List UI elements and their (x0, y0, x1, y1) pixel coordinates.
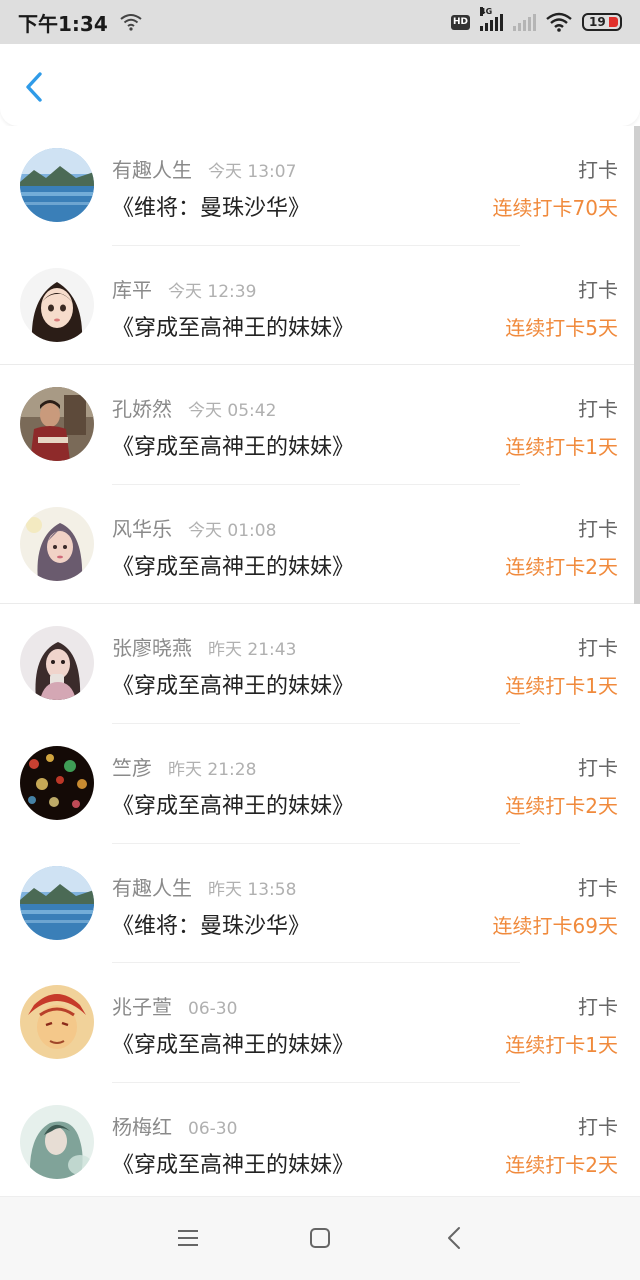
user-name[interactable]: 库平 (112, 274, 152, 303)
streak-label: 连续打卡70天 (492, 196, 618, 220)
streak-label: 连续打卡2天 (505, 554, 618, 579)
name-line: 竺彦 昨天 21:28 (112, 752, 256, 781)
user-name[interactable]: 有趣人生 (112, 154, 192, 183)
avatar[interactable] (20, 865, 94, 940)
name-line: 杨梅红 06-30 (112, 1111, 237, 1140)
battery-level: 19 (589, 15, 606, 29)
book-title[interactable]: 《维将：曼珠沙华》 (112, 908, 310, 940)
book-title[interactable]: 《穿成至高神王的妹妹》 (112, 1027, 354, 1059)
user-name[interactable]: 杨梅红 (112, 1111, 172, 1140)
checkin-label: 打卡 (578, 277, 618, 302)
checkin-label: 打卡 (578, 636, 618, 661)
post-time: 06-30 (188, 999, 238, 1020)
post-time: 昨天 13:58 (208, 879, 297, 900)
name-line: 张廖晓燕 昨天 21:43 (112, 632, 296, 661)
post-time: 昨天 21:43 (208, 640, 297, 661)
streak-label: 连续打卡1天 (505, 435, 618, 460)
checkin-row[interactable]: 兆子萱 06-30 《穿成至高神王的妹妹》 打卡 连续打卡1天 (0, 963, 640, 1083)
checkin-row[interactable]: 竺彦 昨天 21:28 《穿成至高神王的妹妹》 打卡 连续打卡2天 (0, 724, 640, 844)
checkin-row[interactable]: 孔娇然 今天 05:42 《穿成至高神王的妹妹》 打卡 连续打卡1天 (0, 365, 640, 485)
wifi-icon (120, 14, 142, 31)
streak-label: 连续打卡69天 (492, 913, 618, 938)
checkin-label: 打卡 (578, 995, 618, 1020)
post-time: 今天 12:39 (168, 281, 257, 302)
user-name[interactable]: 有趣人生 (112, 872, 192, 901)
user-name[interactable]: 竺彦 (112, 752, 152, 781)
back-triangle-icon[interactable] (446, 1225, 462, 1251)
name-line: 库平 今天 12:39 (112, 274, 256, 303)
cellular-signal-icon: 4G (480, 7, 503, 31)
user-name[interactable]: 孔娇然 (112, 393, 172, 422)
checkin-row[interactable]: 库平 今天 12:39 《穿成至高神王的妹妹》 打卡 连续打卡5天 (0, 246, 640, 366)
cellular-signal-weak-icon (513, 13, 536, 31)
status-bar: 下午1:34 HD 4G 19 (0, 0, 640, 44)
streak-label: 连续打卡1天 (505, 674, 618, 699)
post-time: 今天 13:07 (208, 162, 297, 182)
name-line: 有趣人生 今天 13:07 (112, 154, 296, 183)
name-line: 风华乐 今天 01:08 (112, 513, 276, 542)
avatar[interactable] (20, 148, 94, 222)
book-title[interactable]: 《穿成至高神王的妹妹》 (112, 668, 354, 700)
streak-label: 连续打卡5天 (505, 315, 618, 340)
top-nav (0, 44, 640, 126)
checkin-row[interactable]: 杨梅红 06-30 《穿成至高神王的妹妹》 打卡 连续打卡2天 (0, 1083, 640, 1196)
checkin-list: 有趣人生 今天 13:07 《维将：曼珠沙华》 打卡 连续打卡70天 库平 今天… (0, 126, 640, 1196)
back-chevron-icon[interactable] (20, 68, 50, 106)
checkin-label: 打卡 (578, 397, 618, 422)
user-name[interactable]: 风华乐 (112, 513, 172, 542)
name-line: 兆子萱 06-30 (112, 991, 237, 1020)
checkin-label: 打卡 (578, 755, 618, 780)
home-square-icon[interactable] (309, 1227, 331, 1249)
user-name[interactable]: 兆子萱 (112, 991, 172, 1020)
network-type-label: 4G (480, 7, 493, 16)
checkin-row[interactable]: 有趣人生 今天 13:07 《维将：曼珠沙华》 打卡 连续打卡70天 (0, 126, 640, 246)
checkin-row[interactable]: 张廖晓燕 昨天 21:43 《穿成至高神王的妹妹》 打卡 连续打卡1天 (0, 604, 640, 724)
name-line: 有趣人生 昨天 13:58 (112, 872, 296, 901)
system-nav-bar (0, 1196, 640, 1280)
checkin-label: 打卡 (578, 1114, 618, 1139)
post-time: 今天 01:08 (188, 520, 277, 541)
status-time: 下午1:34 (18, 11, 108, 36)
name-line: 孔娇然 今天 05:42 (112, 393, 276, 422)
book-title[interactable]: 《穿成至高神王的妹妹》 (112, 788, 354, 820)
user-name[interactable]: 张廖晓燕 (112, 632, 192, 661)
streak-label: 连续打卡1天 (505, 1033, 618, 1058)
post-time: 昨天 21:28 (168, 759, 257, 780)
checkin-label: 打卡 (578, 875, 618, 900)
scrollbar[interactable] (634, 126, 640, 604)
wifi-strong-icon (546, 12, 572, 32)
avatar[interactable] (20, 506, 94, 581)
battery-low-indicator (609, 17, 618, 27)
hd-badge: HD (450, 14, 470, 30)
streak-label: 连续打卡2天 (505, 793, 618, 818)
checkin-label: 打卡 (578, 516, 618, 541)
avatar[interactable] (20, 1104, 94, 1179)
book-title[interactable]: 《穿成至高神王的妹妹》 (112, 1147, 354, 1179)
post-time: 06-30 (188, 1118, 238, 1139)
avatar[interactable] (20, 626, 94, 701)
book-title[interactable]: 《维将：曼珠沙华》 (112, 190, 310, 222)
avatar[interactable] (20, 387, 94, 462)
book-title[interactable]: 《穿成至高神王的妹妹》 (112, 310, 354, 342)
post-time: 今天 05:42 (188, 401, 277, 422)
avatar[interactable] (20, 267, 94, 342)
battery-icon: 19 (582, 13, 622, 31)
checkin-row[interactable]: 风华乐 今天 01:08 《穿成至高神王的妹妹》 打卡 连续打卡2天 (0, 485, 640, 605)
avatar[interactable] (20, 985, 94, 1060)
checkin-label: 打卡 (578, 158, 618, 182)
checkin-row[interactable]: 有趣人生 昨天 13:58 《维将：曼珠沙华》 打卡 连续打卡69天 (0, 844, 640, 964)
avatar[interactable] (20, 745, 94, 820)
book-title[interactable]: 《穿成至高神王的妹妹》 (112, 429, 354, 461)
streak-label: 连续打卡2天 (505, 1152, 618, 1177)
menu-icon[interactable] (176, 1227, 200, 1249)
book-title[interactable]: 《穿成至高神王的妹妹》 (112, 549, 354, 581)
